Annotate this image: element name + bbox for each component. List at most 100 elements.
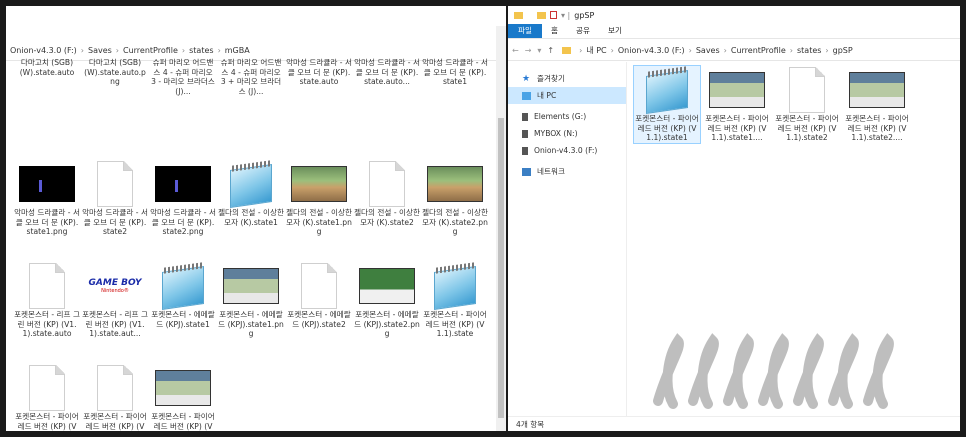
file-name: 포켓몬스터 - 파이어 레드 버전 (KP) (V1.1).state.png <box>151 412 215 431</box>
file-item[interactable]: 슈퍼 마리오 어드밴스 4 - 슈퍼 마리오 3 - 마리오 브라더스 (J).… <box>150 58 216 96</box>
tab-file[interactable]: 파일 <box>508 24 542 38</box>
file-item[interactable]: 포켓몬스터 - 에메랄드 (KPJ).state1 <box>150 262 216 329</box>
nav-quick-access[interactable]: ★ 즐겨찾기 <box>508 70 626 87</box>
qat-dropdown-icon[interactable]: ▾ | <box>561 11 570 20</box>
file-item[interactable]: 포켓몬스터 - 파이어 레드 버전 (KP) (V1.1).state.aut.… <box>82 364 148 431</box>
file-item[interactable]: 악마성 드라큘라 - 서클 오브 더 문 (KP).state2 <box>82 160 148 237</box>
nav-mybox-drive[interactable]: MYBOX (N:) <box>508 125 626 142</box>
file-name: 포켓몬스터 - 파이어 레드 버전 (KP) (V1.1).state2.... <box>845 114 909 142</box>
crumb-currentprofile[interactable]: CurrentProfile <box>123 46 178 55</box>
file-item[interactable]: 포켓몬스터 - 파이어 레드 버전 (KP) (V1.1).state2 <box>774 66 840 143</box>
file-item[interactable]: 포켓몬스터 - 파이어 레드 버전 (KP) (V1.1).state2.... <box>844 66 910 143</box>
file-name: 포켓몬스터 - 에메랄드 (KPJ).state2.png <box>354 310 420 338</box>
forward-icon[interactable]: → <box>525 46 532 55</box>
folder-icon <box>514 11 523 19</box>
file-icon <box>359 160 415 208</box>
file-name: 슈퍼 마리오 어드밴스 4 - 슈퍼 마리오 3 + 마리오 브라더스 (J).… <box>220 58 282 96</box>
crumb-drive[interactable]: Onion-v4.3.0 (F:) <box>10 46 77 55</box>
file-name: 포켓몬스터 - 리프 그린 버전 (KP) (V1.1).state.auto <box>14 310 80 338</box>
left-scrollbar[interactable] <box>496 26 506 431</box>
file-item[interactable]: 포켓몬스터 - 파이어 레드 버전 (KP) (V1.1).state1 <box>633 65 701 144</box>
file-item[interactable]: 젤다의 전설 - 이상한 모자 (K).state1 <box>218 160 284 227</box>
star-icon: ★ <box>522 73 531 84</box>
folder-icon[interactable] <box>537 11 546 19</box>
nav-label: 즐겨찾기 <box>537 74 565 83</box>
file-item[interactable]: 포켓몬스터 - 파이어 레드 버전 (KP) (V1.1).state <box>422 262 488 339</box>
notepad-icon <box>639 66 695 114</box>
item-count: 4개 항목 <box>516 419 545 429</box>
crumb-this-pc[interactable]: 내 PC <box>586 45 606 56</box>
file-name: 슈퍼 마리오 어드밴스 4 - 슈퍼 마리오 3 - 마리오 브라더스 (J).… <box>151 58 215 96</box>
image-thumbnail: GAME BOY Nintendo® <box>87 262 143 310</box>
recent-dropdown-icon[interactable]: ▾ <box>537 46 541 55</box>
file-item[interactable]: 포켓몬스터 - 파이어 레드 버전 (KP) (V1.1).state.auto <box>14 364 80 431</box>
notepad-icon <box>223 160 279 208</box>
image-thumbnail <box>223 262 279 310</box>
properties-icon[interactable] <box>550 11 557 19</box>
file-item[interactable]: 젤다의 전설 - 이상한 모자 (K).state2 <box>354 160 420 227</box>
file-item[interactable]: GAME BOY Nintendo® 포켓몬스터 - 리프 그린 버전 (KP) (… <box>82 262 148 339</box>
file-item[interactable]: 악마성 드라큘라 - 서클 오브 더 문 (KP).state2.png <box>150 160 216 237</box>
file-icon <box>779 66 835 114</box>
right-file-grid: 포켓몬스터 - 파이어 레드 버전 (KP) (V1.1).state1 포켓몬스… <box>633 65 954 186</box>
file-item[interactable]: 젤다의 전설 - 이상한 모자 (K).state2.png <box>422 160 488 237</box>
file-item[interactable]: 포켓몬스터 - 리프 그린 버전 (KP) (V1.1).state.auto <box>14 262 80 339</box>
back-icon[interactable]: ← <box>512 46 519 55</box>
file-name: 포켓몬스터 - 리프 그린 버전 (KP) (V1.1).state.aut..… <box>82 310 148 338</box>
file-item[interactable]: 포켓몬스터 - 파이어 레드 버전 (KP) (V1.1).state1.... <box>704 66 770 143</box>
right-address-bar[interactable]: ← → ▾ ↑ › 내 PC › Onion-v4.3.0 (F:) › Saves ›… <box>508 40 960 61</box>
file-item[interactable]: 포켓몬스터 - 파이어 레드 버전 (KP) (V1.1).state.png <box>150 364 216 431</box>
file-name: 포켓몬스터 - 에메랄드 (KPJ).state1 <box>151 310 215 329</box>
file-item[interactable]: 악마성 드라큘라 - 서클 오브 더 문 (KP).state.auto... <box>354 58 420 87</box>
nav-network[interactable]: 네트워크 <box>508 163 626 180</box>
file-item[interactable]: 포켓몬스터 - 에메랄드 (KPJ).state2.png <box>354 262 420 339</box>
nav-elements-drive[interactable]: Elements (G:) <box>508 108 626 125</box>
up-icon[interactable]: ↑ <box>547 46 554 55</box>
file-name: 포켓몬스터 - 파이어 레드 버전 (KP) (V1.1).state1 <box>635 114 699 142</box>
file-icon <box>19 262 75 310</box>
file-icon <box>19 364 75 412</box>
title-bar: ▾ | gpSP <box>508 6 960 24</box>
file-name: 악마성 드라큘라 - 서클 오브 더 문 (KP).state2 <box>82 208 148 236</box>
file-item[interactable]: 악마성 드라큘라 - 서클 오브 더 문 (KP).state1 <box>422 58 488 87</box>
file-name: 포켓몬스터 - 에메랄드 (KPJ).state2 <box>287 310 351 329</box>
right-explorer-window: ▾ | gpSP 파일 홈 공유 보기 ← → ▾ ↑ › 내 PC › Onion… <box>508 6 960 431</box>
file-name: 악마성 드라큘라 - 서클 오브 더 문 (KP).state1.png <box>14 208 80 236</box>
file-item[interactable]: 포켓몬스터 - 에메랄드 (KPJ).state2 <box>286 262 352 329</box>
file-item[interactable]: 포켓몬스터 - 에메랄드 (KPJ).state1.png <box>218 262 284 339</box>
scrollbar-thumb[interactable] <box>498 118 504 418</box>
crumb-states[interactable]: states <box>797 46 821 55</box>
drive-icon <box>522 112 528 121</box>
file-item[interactable]: 악마성 드라큘라 - 서클 오브 더 문 (KP).state1.png <box>14 160 80 237</box>
tab-home[interactable]: 홈 <box>542 24 567 38</box>
image-thumbnail <box>709 66 765 114</box>
crumb-saves[interactable]: Saves <box>696 46 720 55</box>
breadcrumb[interactable]: Onion-v4.3.0 (F:) › Saves › CurrentProfile… <box>10 46 250 55</box>
file-item[interactable]: 다마고치 (SGB) (W).state.auto.png <box>82 58 148 87</box>
tab-share[interactable]: 공유 <box>567 24 599 38</box>
crumb-saves[interactable]: Saves <box>88 46 112 55</box>
left-file-grid: 다마고치 (SGB) (W).state.auto 다마고치 (SGB) (W).… <box>14 58 494 431</box>
notepad-icon <box>427 262 483 310</box>
crumb-states[interactable]: states <box>189 46 213 55</box>
image-thumbnail <box>155 160 211 208</box>
crumb-drive[interactable]: Onion-v4.3.0 (F:) <box>618 46 685 55</box>
crumb-mgba[interactable]: mGBA <box>225 46 250 55</box>
pc-icon <box>522 91 531 100</box>
file-name: 악마성 드라큘라 - 서클 오브 더 문 (KP).state.auto... <box>354 58 420 86</box>
crumb-gpsp[interactable]: gpSP <box>833 46 853 55</box>
file-item[interactable]: 슈퍼 마리오 어드밴스 4 - 슈퍼 마리오 3 + 마리오 브라더스 (J).… <box>218 58 284 96</box>
file-item[interactable]: 젤다의 전설 - 이상한 모자 (K).state1.png <box>286 160 352 237</box>
file-name: 포켓몬스터 - 파이어 레드 버전 (KP) (V1.1).state.auto <box>15 412 79 431</box>
breadcrumb[interactable]: › 내 PC › Onion-v4.3.0 (F:) › Saves › Current… <box>575 45 853 56</box>
file-item[interactable]: 악마성 드라큘라 - 서클 오브 더 문 (KP).state.auto <box>286 58 352 87</box>
file-name: 포켓몬스터 - 파이어 레드 버전 (KP) (V1.1).state <box>423 310 487 338</box>
file-item[interactable]: 다마고치 (SGB) (W).state.auto <box>14 58 80 77</box>
file-name: 포켓몬스터 - 에메랄드 (KPJ).state1.png <box>218 310 284 338</box>
crumb-currentprofile[interactable]: CurrentProfile <box>731 46 786 55</box>
nav-this-pc[interactable]: 내 PC <box>508 87 626 104</box>
image-thumbnail <box>427 160 483 208</box>
nav-onion-drive[interactable]: Onion-v4.3.0 (F:) <box>508 142 626 159</box>
file-name: 악마성 드라큘라 - 서클 오브 더 문 (KP).state2.png <box>150 208 216 236</box>
tab-view[interactable]: 보기 <box>599 24 631 38</box>
